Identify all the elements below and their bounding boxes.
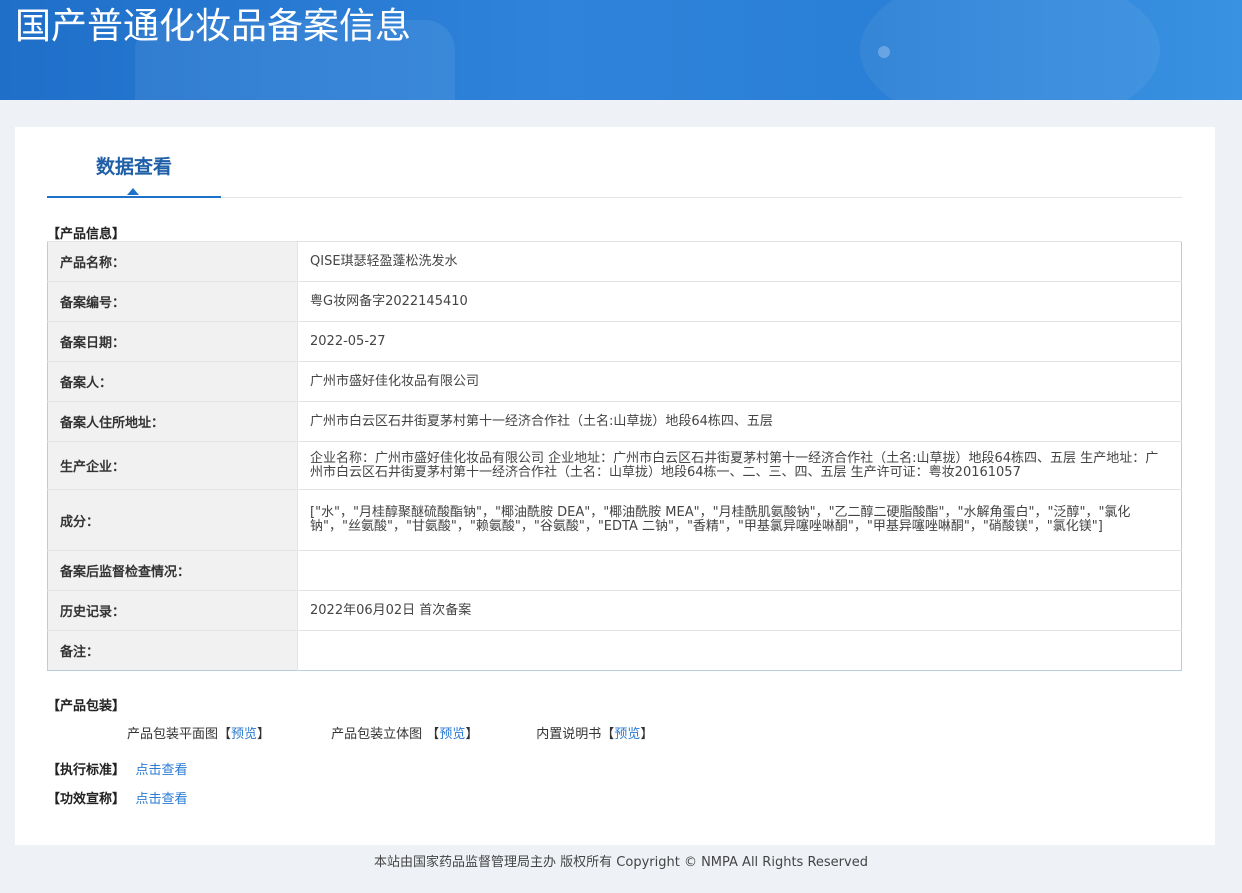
bracket: 【	[218, 727, 232, 742]
section-product-info: 【产品信息】	[47, 227, 126, 242]
table-row: 备案后监督检查情况：	[47, 550, 1182, 591]
table-row: 成分： ["水"，"月桂醇聚醚硫酸酯钠"，"椰油酰胺 DEA"，"椰油酰胺 ME…	[47, 489, 1182, 551]
bracket: 【	[426, 727, 440, 742]
caret-up-icon	[127, 188, 139, 195]
table-row: 备注：	[47, 630, 1182, 671]
row-label: 产品名称：	[47, 241, 298, 282]
preview-manual-link[interactable]: 预览	[614, 727, 640, 742]
row-label: 生产企业：	[47, 441, 298, 490]
content-panel: 数据查看 【产品信息】 产品名称： QISE琪瑟轻盈蓬松洗发水 备案编号： 粤G…	[15, 127, 1215, 845]
row-value: 粤G妆网备字2022145410	[297, 281, 1182, 322]
row-value	[297, 550, 1182, 591]
table-row: 生产企业： 企业名称：广州市盛好佳化妆品有限公司 企业地址：广州市白云区石井街夏…	[47, 441, 1182, 490]
page-title: 国产普通化妆品备案信息	[15, 6, 412, 47]
table-row: 备案编号： 粤G妆网备字2022145410	[47, 281, 1182, 322]
packaging-solid-label: 产品包装立体图	[331, 727, 423, 742]
section-packaging: 【产品包装】	[47, 699, 126, 714]
bracket: 】	[465, 727, 479, 742]
row-value: 广州市白云区石井街夏茅村第十一经济合作社（土名:山草拢）地段64栋四、五层	[297, 401, 1182, 442]
view-standard-link[interactable]: 点击查看	[136, 763, 188, 778]
row-value: 企业名称：广州市盛好佳化妆品有限公司 企业地址：广州市白云区石井街夏茅村第十一经…	[297, 441, 1182, 490]
row-value: 广州市盛好佳化妆品有限公司	[297, 361, 1182, 402]
row-label: 成分：	[47, 489, 298, 551]
packaging-row: 产品包装平面图【预览】 产品包装立体图 【预览】 内置说明书【预览】	[127, 723, 653, 742]
row-label: 备案后监督检查情况：	[47, 550, 298, 591]
table-row: 历史记录： 2022年06月02日 首次备案	[47, 590, 1182, 631]
packaging-manual-label: 内置说明书	[536, 727, 602, 742]
bracket: 】	[640, 727, 654, 742]
row-label: 备案人：	[47, 361, 298, 402]
row-label: 备案人住所地址：	[47, 401, 298, 442]
row-value: QISE琪瑟轻盈蓬松洗发水	[297, 241, 1182, 282]
packaging-solid: 产品包装立体图 【预览】	[331, 723, 532, 742]
section-standard-label: 【执行标准】	[47, 763, 126, 778]
row-value	[297, 630, 1182, 671]
row-label: 备注：	[47, 630, 298, 671]
preview-flat-link[interactable]: 预览	[231, 727, 257, 742]
bracket: 【	[601, 727, 615, 742]
header-decoration	[878, 46, 890, 58]
row-value: 2022-05-27	[297, 321, 1182, 362]
product-info-table: 产品名称： QISE琪瑟轻盈蓬松洗发水 备案编号： 粤G妆网备字20221454…	[47, 241, 1182, 671]
row-label: 备案编号：	[47, 281, 298, 322]
preview-solid-link[interactable]: 预览	[439, 727, 465, 742]
packaging-manual: 内置说明书【预览】	[536, 723, 653, 742]
section-standard: 【执行标准】 点击查看	[47, 759, 188, 778]
row-label: 历史记录：	[47, 590, 298, 631]
tab-bar: 数据查看	[47, 127, 1182, 198]
header-decoration	[860, 0, 1160, 100]
packaging-flat-label: 产品包装平面图	[127, 727, 219, 742]
section-efficacy-label: 【功效宣称】	[47, 792, 126, 807]
footer-copyright: 本站由国家药品监督管理局主办 版权所有 Copyright © NMPA All…	[374, 855, 868, 870]
bracket: 】	[257, 727, 271, 742]
table-row: 产品名称： QISE琪瑟轻盈蓬松洗发水	[47, 241, 1182, 282]
table-row: 备案人： 广州市盛好佳化妆品有限公司	[47, 361, 1182, 402]
row-value: 2022年06月02日 首次备案	[297, 590, 1182, 631]
view-efficacy-link[interactable]: 点击查看	[136, 792, 188, 807]
table-row: 备案人住所地址： 广州市白云区石井街夏茅村第十一经济合作社（土名:山草拢）地段6…	[47, 401, 1182, 442]
section-efficacy: 【功效宣称】 点击查看	[47, 788, 188, 807]
page-header: 国产普通化妆品备案信息	[0, 0, 1242, 100]
row-label: 备案日期：	[47, 321, 298, 362]
packaging-flat: 产品包装平面图【预览】	[127, 723, 327, 742]
table-row: 备案日期： 2022-05-27	[47, 321, 1182, 362]
row-value: ["水"，"月桂醇聚醚硫酸酯钠"，"椰油酰胺 DEA"，"椰油酰胺 MEA"，"…	[297, 489, 1182, 551]
